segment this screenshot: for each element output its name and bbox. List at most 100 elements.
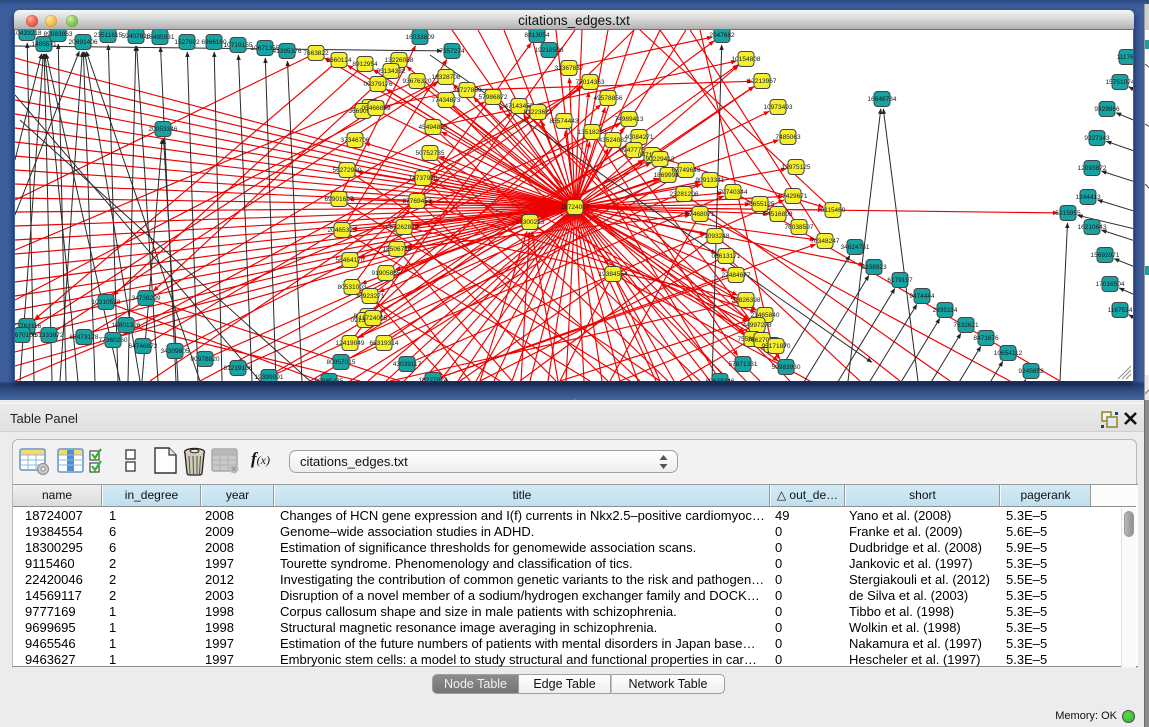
svg-text:89083863: 89083863	[44, 31, 73, 38]
svg-text:45494808: 45494808	[419, 124, 448, 131]
svg-text:13518233: 13518233	[578, 129, 607, 136]
svg-text:14737996: 14737996	[409, 175, 438, 182]
svg-text:17016504: 17016504	[1096, 281, 1125, 288]
svg-text:8471676: 8471676	[973, 335, 999, 342]
svg-text:41395376: 41395376	[273, 48, 302, 55]
svg-text:5215955: 5215955	[1055, 210, 1081, 217]
svg-text:62473178: 62473178	[70, 334, 99, 341]
svg-text:77434873: 77434873	[432, 97, 461, 104]
svg-text:67749649: 67749649	[672, 167, 701, 174]
svg-text:81223623: 81223623	[524, 109, 553, 116]
svg-text:87769453: 87769453	[403, 198, 432, 205]
svg-text:8813054: 8813054	[524, 32, 550, 39]
svg-text:37826398: 37826398	[732, 297, 761, 304]
svg-text:66319314: 66319314	[370, 340, 399, 347]
svg-text:91905865: 91905865	[372, 270, 401, 277]
svg-text:57871331: 57871331	[729, 361, 758, 368]
svg-text:80957015: 80957015	[327, 359, 356, 366]
svg-text:40084271: 40084271	[625, 134, 654, 141]
svg-text:7357274: 7357274	[439, 48, 465, 55]
svg-text:31727889: 31727889	[453, 87, 482, 94]
svg-text:19218506: 19218506	[535, 47, 564, 54]
svg-text:64746872: 64746872	[129, 343, 158, 350]
svg-text:76038597: 76038597	[785, 224, 814, 231]
svg-text:10801326: 10801326	[112, 322, 141, 329]
svg-text:49578856: 49578856	[594, 95, 623, 102]
svg-text:23511615: 23511615	[94, 32, 123, 39]
svg-text:50983930: 50983930	[772, 364, 801, 371]
svg-text:37346706: 37346706	[341, 137, 370, 144]
svg-text:34309805: 34309805	[161, 348, 190, 355]
svg-text:16328708: 16328708	[432, 74, 461, 81]
svg-text:77360260: 77360260	[99, 337, 128, 344]
svg-text:9329966: 9329966	[1094, 106, 1120, 113]
svg-text:10433218: 10433218	[15, 30, 42, 37]
svg-text:111764: 111764	[1117, 54, 1133, 61]
svg-text:2047682: 2047682	[709, 32, 735, 39]
svg-text:00978820: 00978820	[191, 356, 220, 363]
svg-text:56464170: 56464170	[336, 257, 365, 264]
svg-text:54516808: 54516808	[764, 211, 793, 218]
svg-text:93676320: 93676320	[403, 78, 432, 85]
svg-text:11724005: 11724005	[359, 315, 388, 322]
svg-text:16210643: 16210643	[1078, 224, 1107, 231]
svg-text:9474444: 9474444	[909, 293, 935, 300]
svg-text:10654112: 10654112	[994, 350, 1023, 357]
svg-text:10310518: 10310518	[92, 299, 121, 306]
svg-text:10154808: 10154808	[732, 56, 761, 63]
svg-text:6179197: 6179197	[887, 277, 913, 284]
svg-text:69901627: 69901627	[325, 196, 354, 203]
svg-text:19399091: 19399091	[255, 374, 284, 381]
svg-text:2935114: 2935114	[933, 307, 958, 314]
svg-text:56272980: 56272980	[333, 167, 362, 174]
svg-text:67468071: 67468071	[686, 211, 715, 218]
svg-text:18724007: 18724007	[561, 204, 590, 211]
svg-text:1405571: 1405571	[31, 41, 57, 48]
svg-text:51333872: 51333872	[35, 332, 64, 339]
svg-text:8938923: 8938923	[861, 264, 887, 271]
svg-text:31367837: 31367837	[555, 65, 584, 72]
svg-text:20691406: 20691406	[69, 39, 98, 46]
svg-text:81219136: 81219136	[224, 365, 253, 372]
svg-text:70348247: 70348247	[811, 238, 840, 245]
svg-text:12093872: 12093872	[1078, 165, 1107, 172]
svg-text:71093248: 71093248	[701, 233, 730, 240]
svg-text:9245652: 9245652	[1018, 368, 1044, 375]
svg-text:05466889: 05466889	[362, 105, 391, 112]
svg-text:27484677: 27484677	[722, 272, 751, 279]
svg-text:85574443: 85574443	[550, 118, 579, 125]
svg-text:12213967: 12213967	[748, 78, 777, 85]
svg-text:16648784: 16648784	[868, 96, 897, 103]
svg-text:43524082: 43524082	[599, 137, 628, 144]
svg-text:12419049: 12419049	[336, 340, 365, 347]
svg-text:8660124: 8660124	[326, 57, 352, 64]
svg-text:10719155: 10719155	[224, 42, 253, 49]
svg-text:19384554: 19384554	[599, 271, 628, 278]
svg-text:30923271: 30923271	[356, 293, 385, 300]
svg-text:95134332: 95134332	[377, 68, 406, 75]
svg-text:90229413: 90229413	[646, 156, 675, 163]
svg-text:43039117: 43039117	[393, 361, 422, 368]
svg-text:95171870: 95171870	[762, 343, 791, 350]
svg-text:57986872: 57986872	[479, 94, 508, 101]
svg-text:9115460: 9115460	[821, 207, 846, 214]
svg-text:15300213: 15300213	[516, 219, 545, 226]
svg-text:08613171: 08613171	[712, 253, 741, 260]
svg-text:00379176: 00379176	[364, 81, 393, 88]
svg-text:8912954: 8912954	[352, 61, 378, 68]
svg-text:20465375: 20465375	[328, 227, 357, 234]
svg-text:87429671: 87429671	[779, 193, 808, 200]
svg-text:10973493: 10973493	[764, 104, 793, 111]
svg-text:1527602: 1527602	[174, 39, 200, 46]
svg-text:34624751: 34624751	[841, 244, 870, 251]
svg-text:7663822: 7663822	[303, 50, 329, 57]
svg-text:23281206: 23281206	[670, 191, 699, 198]
svg-text:34738299: 34738299	[132, 295, 161, 302]
svg-text:1244413: 1244413	[1075, 194, 1101, 201]
svg-text:74989413: 74989413	[615, 116, 644, 123]
svg-text:16033809: 16033809	[406, 34, 435, 41]
svg-text:18506716: 18506716	[383, 246, 412, 253]
svg-text:57262849: 57262849	[390, 224, 419, 231]
svg-text:9227343: 9227343	[1084, 135, 1110, 142]
svg-text:44997278: 44997278	[743, 322, 772, 329]
